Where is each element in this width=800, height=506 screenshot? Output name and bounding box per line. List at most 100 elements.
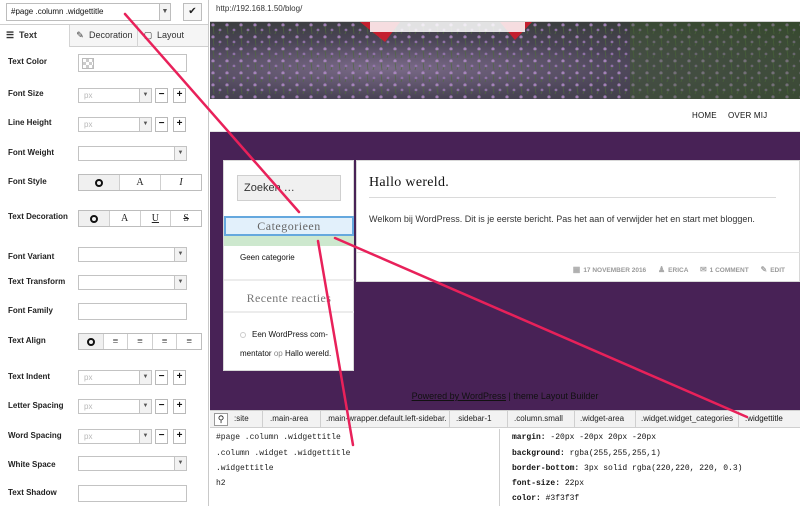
font-style-italic-option[interactable]: I (161, 175, 201, 190)
address-bar[interactable]: http://192.168.1.50/blog/ (210, 0, 800, 22)
tab-decoration[interactable]: ✎ Decoration (70, 25, 138, 47)
breadcrumb-item-current[interactable]: .widgettitle (745, 414, 783, 423)
text-indent-decrement-button[interactable]: − (155, 370, 168, 385)
tab-text[interactable]: ☰ Text (0, 25, 70, 47)
line-height-increment-button[interactable]: + (173, 117, 186, 132)
text-shadow-label: Text Shadow (8, 488, 57, 497)
comment-author-link[interactable]: Een WordPress com- (252, 330, 328, 339)
text-decoration-normal-option[interactable]: A (110, 211, 141, 226)
search-icon[interactable]: ⚲ (214, 413, 228, 426)
font-style-label: Font Style (8, 177, 47, 186)
breadcrumb-item[interactable]: .widget.widget_categories (641, 414, 733, 423)
main-navigation: HOME OVER MIJ (210, 99, 800, 132)
align-right-icon[interactable]: ≡ (128, 334, 153, 349)
breadcrumb-divider (262, 411, 263, 427)
font-size-decrement-button[interactable]: − (155, 88, 168, 103)
breadcrumb-item[interactable]: .main-wrapper.default.left-sidebar. (326, 414, 447, 423)
font-size-label: Font Size (8, 89, 44, 98)
font-variant-select[interactable]: ▼ (78, 247, 187, 262)
text-align-none-option[interactable] (79, 334, 104, 349)
breadcrumb-item[interactable]: .main-area (270, 414, 308, 423)
breadcrumb-item[interactable]: .column.small (514, 414, 563, 423)
align-justify-icon[interactable]: ≡ (177, 334, 201, 349)
search-input[interactable]: Zoeken … (237, 175, 341, 201)
breadcrumb-divider (574, 411, 575, 427)
breadcrumb-item[interactable]: :site (234, 414, 249, 423)
post-edit-link[interactable]: EDIT (770, 267, 785, 274)
selector-bar: #page .column .widgettitle ▼ ✔ (0, 0, 208, 25)
line-height-input[interactable]: px ▼ (78, 117, 152, 132)
chevron-down-icon: ▼ (174, 147, 186, 160)
radio-icon (89, 214, 98, 223)
selector-option[interactable]: .widgettitle (216, 464, 274, 473)
computed-css-panel: margin: -20px -20px 20px -20px backgroun… (506, 429, 800, 506)
font-family-input[interactable] (78, 303, 187, 320)
word-spacing-increment-button[interactable]: + (173, 429, 186, 444)
word-spacing-label: Word Spacing (8, 431, 62, 440)
categories-widget-title[interactable]: Categorieen (224, 216, 354, 236)
chevron-down-icon: ▼ (174, 457, 186, 470)
text-transform-select[interactable]: ▼ (78, 275, 187, 290)
text-indent-increment-button[interactable]: + (173, 370, 186, 385)
text-shadow-input[interactable] (78, 485, 187, 502)
confirm-button[interactable]: ✔ (183, 3, 202, 21)
breadcrumb-divider (738, 411, 739, 427)
pencil-icon: ✎ (760, 265, 768, 274)
align-center-icon[interactable]: ≡ (153, 334, 178, 349)
checkmark-icon: ✔ (188, 6, 197, 17)
nav-about-link[interactable]: OVER MIJ (728, 111, 767, 120)
font-weight-select[interactable]: ▼ (78, 146, 187, 161)
selector-option[interactable]: h2 (216, 479, 226, 488)
align-left-icon[interactable]: ≡ (104, 334, 129, 349)
text-align-label: Text Align (8, 336, 46, 345)
tab-layout[interactable]: ▢ Layout (138, 25, 208, 47)
text-color-label: Text Color (8, 57, 47, 66)
word-spacing-decrement-button[interactable]: − (155, 429, 168, 444)
post-date[interactable]: 17 NOVEMBER 2016 (583, 267, 646, 274)
chevron-down-icon: ▼ (139, 430, 151, 443)
text-indent-input[interactable]: px ▼ (78, 370, 152, 385)
breadcrumb-item[interactable]: .sidebar-1 (456, 414, 492, 423)
selector-option[interactable]: .column .widget .widgettitle (216, 449, 350, 458)
selector-dropdown-button[interactable]: ▼ (159, 3, 171, 21)
word-spacing-input[interactable]: px ▼ (78, 429, 152, 444)
recent-comments-title: Recente reacties (246, 291, 332, 305)
category-link[interactable]: Geen categorie (240, 253, 295, 262)
line-height-label: Line Height (8, 118, 52, 127)
selector-option[interactable]: #page .column .widgettitle (216, 433, 341, 442)
comment-author-link-cont[interactable]: mentator (240, 349, 272, 358)
brush-icon: ✎ (76, 30, 84, 40)
text-decoration-underline-option[interactable]: U (141, 211, 172, 226)
comment-post-link[interactable]: Hallo wereld. (285, 349, 331, 358)
css-rule: background: rgba(255,255,255,1) (512, 449, 661, 458)
font-style-normal-option[interactable]: A (120, 175, 161, 190)
letter-spacing-increment-button[interactable]: + (173, 399, 186, 414)
powered-by-link[interactable]: Powered by WordPress (412, 391, 506, 401)
font-size-increment-button[interactable]: + (173, 88, 186, 103)
letter-spacing-input[interactable]: px ▼ (78, 399, 152, 414)
white-space-select[interactable]: ▼ (78, 456, 187, 471)
text-decoration-strike-option[interactable]: S (171, 211, 201, 226)
font-size-input[interactable]: px ▼ (78, 88, 152, 103)
selector-input[interactable]: #page .column .widgettitle (6, 3, 160, 21)
text-decoration-none-option[interactable] (79, 211, 110, 226)
tab-layout-label: Layout (157, 30, 185, 40)
lavender-field-image (210, 22, 800, 99)
post-comments-link[interactable]: 1 COMMENT (710, 267, 749, 274)
post-title[interactable]: Hallo wereld. (369, 175, 449, 191)
post-author[interactable]: ERICA (668, 267, 688, 274)
text-color-picker[interactable] (78, 54, 187, 72)
line-height-decrement-button[interactable]: − (155, 117, 168, 132)
font-style-none-option[interactable] (79, 175, 120, 190)
letter-spacing-decrement-button[interactable]: − (155, 399, 168, 414)
nav-home-link[interactable]: HOME (692, 111, 717, 120)
blog-post: Hallo wereld. Welkom bij WordPress. Dit … (356, 160, 800, 282)
font-variant-label: Font Variant (8, 252, 55, 261)
css-rule: color: #3f3f3f (512, 494, 580, 503)
breadcrumb-item[interactable]: .widget-area (580, 414, 624, 423)
chevron-down-icon: ▼ (139, 89, 151, 102)
letter-spacing-unit: px (84, 402, 93, 411)
chevron-down-icon: ▼ (139, 371, 151, 384)
text-align-icon: ☰ (5, 30, 15, 40)
radio-icon (95, 178, 103, 187)
